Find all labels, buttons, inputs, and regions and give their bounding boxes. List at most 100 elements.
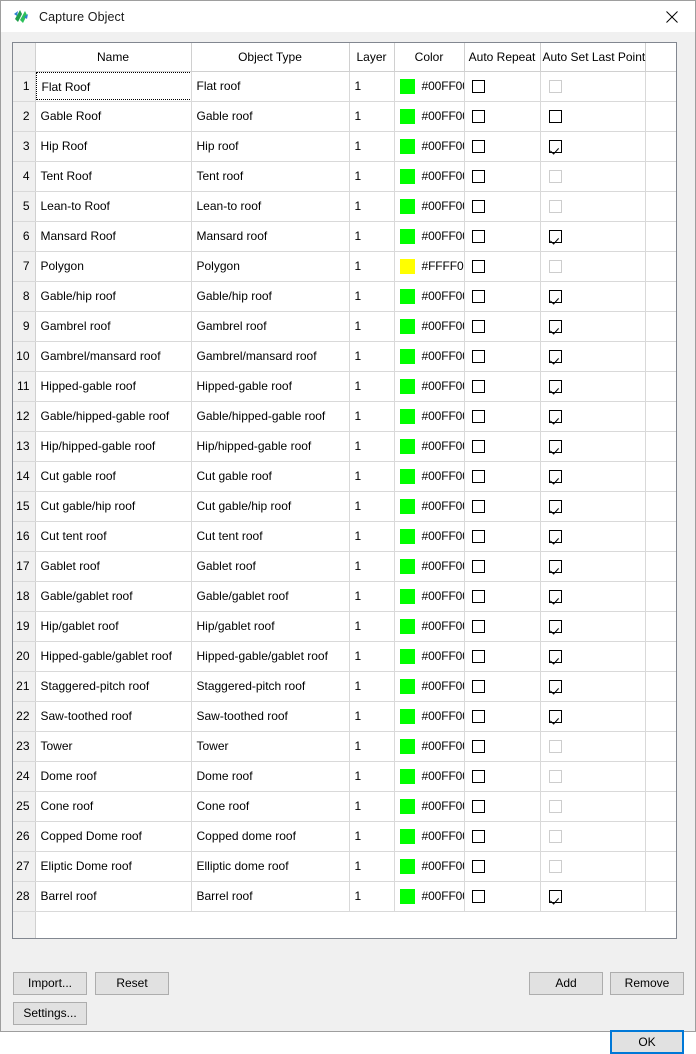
row-number[interactable]: 25 [13, 791, 35, 821]
cell-name[interactable]: Cut gable roof [35, 461, 191, 491]
checkbox-icon[interactable] [472, 620, 485, 633]
color-swatch-icon[interactable] [400, 529, 415, 544]
cell-object-type[interactable]: Hip/hipped-gable roof [191, 431, 349, 461]
cell-name[interactable]: Gambrel/mansard roof [35, 341, 191, 371]
cell-color[interactable]: #00FF00 [394, 551, 464, 581]
cell-layer[interactable]: 1 [349, 851, 394, 881]
row-number[interactable]: 1 [13, 71, 35, 101]
reset-button[interactable]: Reset [95, 972, 169, 995]
cell-auto-repeat[interactable] [464, 311, 540, 341]
cell-color[interactable]: #00FF00 [394, 671, 464, 701]
cell-auto-repeat[interactable] [464, 341, 540, 371]
cell-layer[interactable]: 1 [349, 611, 394, 641]
row-number[interactable]: 8 [13, 281, 35, 311]
cell-auto-set-last-point[interactable] [540, 881, 645, 911]
row-number[interactable]: 19 [13, 611, 35, 641]
cell-auto-set-last-point[interactable] [540, 221, 645, 251]
cell-object-type[interactable]: Gable/hipped-gable roof [191, 401, 349, 431]
empty-cell[interactable] [464, 911, 540, 939]
settings-button[interactable]: Settings... [13, 1002, 87, 1025]
cell-auto-repeat[interactable] [464, 851, 540, 881]
cell-color[interactable]: #FFFF00 [394, 251, 464, 281]
checkbox-icon[interactable] [472, 890, 485, 903]
cell-name[interactable]: Staggered-pitch roof [35, 671, 191, 701]
cell-color[interactable]: #00FF00 [394, 881, 464, 911]
cell-object-type[interactable]: Lean-to roof [191, 191, 349, 221]
object-grid[interactable]: Name Object Type Layer Color Auto Repeat… [12, 42, 677, 939]
table-row[interactable]: 16Cut tent roofCut tent roof1#00FF00 [13, 521, 676, 551]
table-row[interactable]: 24Dome roofDome roof1#00FF00 [13, 761, 676, 791]
cell-color[interactable]: #00FF00 [394, 131, 464, 161]
cell-color[interactable]: #00FF00 [394, 101, 464, 131]
cell-color[interactable]: #00FF00 [394, 71, 464, 101]
row-number[interactable]: 21 [13, 671, 35, 701]
cell-auto-set-last-point[interactable] [540, 611, 645, 641]
table-row[interactable]: 14Cut gable roofCut gable roof1#00FF00 [13, 461, 676, 491]
table-row[interactable]: 12Gable/hipped-gable roofGable/hipped-ga… [13, 401, 676, 431]
checkbox-icon[interactable] [472, 380, 485, 393]
cell-auto-repeat[interactable] [464, 581, 540, 611]
cell-auto-repeat[interactable] [464, 161, 540, 191]
checkbox-icon[interactable] [472, 140, 485, 153]
table-row[interactable]: 3Hip RoofHip roof1#00FF00 [13, 131, 676, 161]
empty-cell[interactable] [191, 911, 349, 939]
checkbox-icon[interactable] [472, 680, 485, 693]
table-row[interactable]: 1Flat RoofFlat roof1#00FF00 [13, 71, 676, 101]
cell-color[interactable]: #00FF00 [394, 611, 464, 641]
cell-auto-repeat[interactable] [464, 101, 540, 131]
checkbox-icon[interactable] [472, 230, 485, 243]
cell-auto-repeat[interactable] [464, 131, 540, 161]
cell-name[interactable]: Hipped-gable/gablet roof [35, 641, 191, 671]
cell-layer[interactable]: 1 [349, 671, 394, 701]
color-swatch-icon[interactable] [400, 859, 415, 874]
table-row[interactable]: 15Cut gable/hip roofCut gable/hip roof1#… [13, 491, 676, 521]
empty-cell[interactable] [540, 911, 645, 939]
cell-layer[interactable]: 1 [349, 161, 394, 191]
cell-auto-set-last-point[interactable] [540, 191, 645, 221]
checkbox-icon[interactable] [472, 830, 485, 843]
cell-name[interactable]: Hip/gablet roof [35, 611, 191, 641]
cell-auto-set-last-point[interactable] [540, 551, 645, 581]
cell-auto-set-last-point[interactable] [540, 311, 645, 341]
empty-cell[interactable] [645, 911, 676, 939]
cell-layer[interactable]: 1 [349, 761, 394, 791]
color-swatch-icon[interactable] [400, 79, 415, 94]
column-header-auto-set-last-point[interactable]: Auto Set Last Point [540, 43, 645, 71]
checkbox-icon[interactable] [472, 710, 485, 723]
cell-object-type[interactable]: Cut tent roof [191, 521, 349, 551]
cell-layer[interactable]: 1 [349, 311, 394, 341]
cell-layer[interactable]: 1 [349, 551, 394, 581]
cell-layer[interactable]: 1 [349, 521, 394, 551]
cell-layer[interactable]: 1 [349, 791, 394, 821]
cell-name[interactable]: Flat Roof [35, 71, 191, 101]
cell-layer[interactable]: 1 [349, 731, 394, 761]
cell-object-type[interactable]: Flat roof [191, 71, 349, 101]
cell-auto-repeat[interactable] [464, 431, 540, 461]
cell-layer[interactable]: 1 [349, 191, 394, 221]
color-swatch-icon[interactable] [400, 559, 415, 574]
checkbox-icon[interactable] [472, 650, 485, 663]
empty-cell[interactable] [349, 911, 394, 939]
cell-color[interactable]: #00FF00 [394, 521, 464, 551]
color-swatch-icon[interactable] [400, 289, 415, 304]
cell-auto-repeat[interactable] [464, 491, 540, 521]
checkbox-icon[interactable] [549, 500, 562, 513]
table-row[interactable]: 20Hipped-gable/gablet roofHipped-gable/g… [13, 641, 676, 671]
cell-color[interactable]: #00FF00 [394, 341, 464, 371]
checkbox-icon[interactable] [549, 440, 562, 453]
checkbox-icon[interactable] [549, 530, 562, 543]
cell-object-type[interactable]: Cut gable/hip roof [191, 491, 349, 521]
color-swatch-icon[interactable] [400, 439, 415, 454]
remove-button[interactable]: Remove [610, 972, 684, 995]
table-row[interactable]: 28Barrel roofBarrel roof1#00FF00 [13, 881, 676, 911]
color-swatch-icon[interactable] [400, 799, 415, 814]
row-number[interactable]: 5 [13, 191, 35, 221]
checkbox-icon[interactable] [472, 320, 485, 333]
row-number[interactable]: 20 [13, 641, 35, 671]
cell-object-type[interactable]: Polygon [191, 251, 349, 281]
table-row[interactable]: 23TowerTower1#00FF00 [13, 731, 676, 761]
row-number[interactable]: 12 [13, 401, 35, 431]
cell-auto-set-last-point[interactable] [540, 761, 645, 791]
cell-auto-set-last-point[interactable] [540, 521, 645, 551]
row-number[interactable]: 10 [13, 341, 35, 371]
